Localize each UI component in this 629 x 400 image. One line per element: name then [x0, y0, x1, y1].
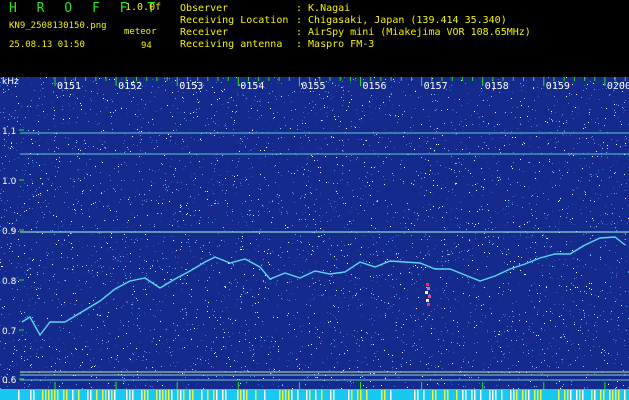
time-tick: 0159 — [543, 77, 596, 389]
time-tick: 0154 — [237, 77, 290, 389]
time-tick-label: 0156 — [363, 81, 387, 92]
time-tick: 0158 — [482, 77, 535, 389]
y-tick: 1.1 — [2, 127, 24, 137]
time-tick-label: 0159 — [546, 81, 570, 92]
time-tick-label: 0157 — [424, 81, 448, 92]
observation-datetime: 25.08.13 01:50 — [9, 40, 85, 50]
observer-value: : K.Nagai — [296, 3, 351, 14]
antenna-key: Receiving antenna — [180, 39, 283, 50]
y-tick: 0.8 — [2, 277, 24, 287]
time-tick: 0155 — [298, 77, 351, 389]
time-tick: 0152 — [115, 77, 168, 389]
y-tick: 1.0 — [2, 177, 24, 187]
receiver-value: : AirSpy mini (Miakejima VOR 108.65MHz) — [296, 27, 531, 38]
time-tick-label: 0154 — [240, 81, 264, 92]
meteor-label: meteor — [124, 27, 157, 37]
noise-layer — [0, 77, 629, 389]
y-tick-label: 1.1 — [2, 127, 16, 137]
header-panel: H R O F F T 1.0.0f KN9_2508130150.png me… — [0, 0, 629, 77]
time-tick-label: 0151 — [57, 81, 81, 92]
y-tick: 0.6 — [2, 376, 24, 386]
observer-key: Observer — [180, 3, 229, 14]
file-name: KN9_2508130150.png — [9, 21, 107, 31]
time-tick-label: 0158 — [485, 81, 509, 92]
receiver-key: Receiver — [180, 27, 229, 38]
y-axis-ticks: 1.1 1.0 0.9 0.8 0.7 0.6 — [2, 127, 24, 386]
meteor-echo — [425, 283, 431, 306]
bottom-band-noise — [18, 390, 626, 400]
app-version: 1.0.0f — [125, 2, 162, 13]
y-tick-label: 0.9 — [2, 227, 17, 237]
time-tick-label: 0155 — [301, 81, 325, 92]
time-tick-label: 0153 — [179, 81, 203, 92]
time-tick: 0153 — [176, 77, 229, 389]
y-tick-label: 0.7 — [2, 327, 16, 337]
location-key: Receiving Location — [180, 15, 289, 26]
y-tick-label: 0.8 — [2, 277, 17, 287]
location-value: : Chigasaki, Japan (139.414 35.340) — [296, 15, 507, 26]
time-tick-label: 0200 — [607, 81, 629, 92]
y-tick-label: 0.6 — [2, 376, 17, 386]
time-tick-label: 0152 — [118, 81, 142, 92]
spectrogram-canvas: 0151 0152 0153 0154 0155 0156 0157 0158 0159 0200… — [0, 77, 629, 400]
spectrogram: 0151 0152 0153 0154 0155 0156 0157 0158 0159 0200… — [0, 77, 629, 400]
y-tick: 0.7 — [2, 327, 24, 337]
y-tick-label: 1.0 — [2, 177, 17, 187]
meteor-count: 94 — [141, 41, 152, 51]
carrier-lines — [20, 132, 629, 381]
signal-trace — [21, 236, 626, 337]
antenna-value: : Maspro FM-3 — [296, 39, 375, 50]
y-axis-unit: kHz — [2, 77, 19, 87]
